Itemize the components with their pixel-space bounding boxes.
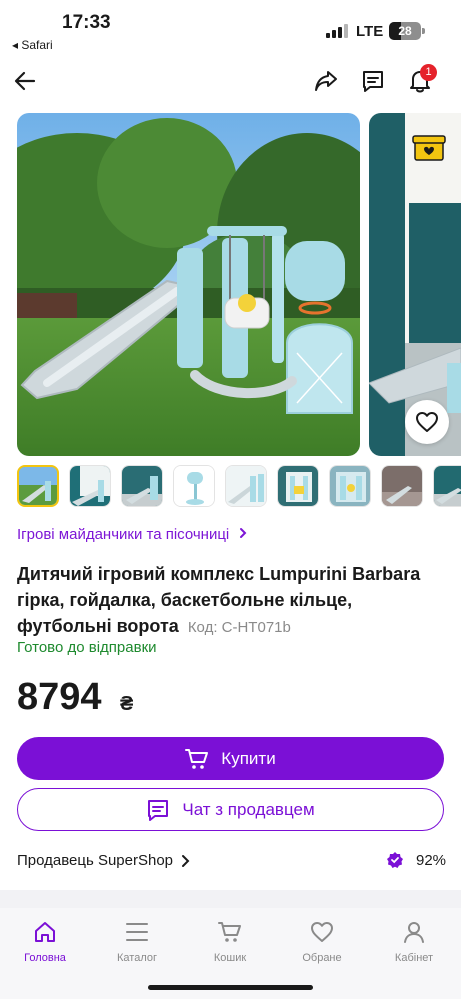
chat-with-seller-button[interactable]: Чат з продавцем — [17, 788, 444, 831]
availability-status: Готово до відправки — [17, 639, 157, 656]
network-label: LTE — [356, 23, 384, 40]
thumbnail[interactable] — [381, 465, 423, 507]
status-time: 17:33 — [62, 12, 111, 33]
section-divider — [0, 890, 461, 908]
back-button[interactable] — [10, 66, 40, 96]
tab-label: Каталог — [117, 952, 157, 964]
chat-list-button[interactable] — [358, 66, 388, 96]
playground-image — [17, 113, 360, 456]
seller-rating: 92% — [386, 851, 446, 869]
buy-button-label: Купити — [221, 748, 276, 768]
message-icon — [363, 71, 383, 92]
battery-level: 28 — [398, 24, 412, 38]
gift-box-icon — [412, 130, 446, 162]
chevron-right-icon — [240, 528, 247, 538]
seller-name: Продавець SuperShop — [17, 852, 174, 869]
add-to-favorites-button[interactable] — [405, 400, 449, 444]
battery-tip — [422, 28, 425, 34]
notifications-badge: 1 — [420, 64, 437, 81]
home-icon — [10, 918, 80, 946]
arrow-left-icon — [14, 71, 36, 91]
menu-icon — [102, 918, 172, 946]
thumbnail[interactable] — [121, 465, 163, 507]
share-button[interactable] — [311, 66, 341, 96]
thumbnail[interactable] — [17, 465, 59, 507]
heart-icon — [416, 412, 438, 432]
status-bar: 17:33 ◂ Safari LTE 28 — [0, 0, 461, 58]
tab-account[interactable]: Кабінет — [379, 918, 449, 964]
price-currency: ₴ — [120, 693, 134, 715]
home-indicator — [148, 985, 313, 990]
thumbnail[interactable] — [173, 465, 215, 507]
share-icon — [315, 71, 337, 91]
cart-icon — [195, 918, 265, 946]
thumbnail[interactable] — [277, 465, 319, 507]
product-price: 8794 — [17, 676, 102, 718]
chat-button-label: Чат з продавцем — [182, 799, 315, 819]
product-code: Код: С-НТ071b — [187, 619, 291, 636]
signal-icon — [326, 24, 348, 38]
tab-cart[interactable]: Кошик — [195, 918, 265, 964]
chevron-right-icon — [182, 854, 190, 867]
tab-label: Кабінет — [394, 952, 434, 964]
seller-rating-value: 92% — [416, 851, 447, 869]
product-title-block: Дитячий ігровий комплекс Lumpurini Barba… — [17, 561, 447, 641]
battery-icon: 28 — [389, 22, 421, 40]
tab-label: Обране — [302, 952, 342, 964]
heart-icon — [287, 918, 357, 946]
thumbnail[interactable] — [225, 465, 267, 507]
seller-link[interactable]: Продавець SuperShop — [17, 852, 192, 869]
back-to-safari-link[interactable]: ◂ Safari — [12, 38, 53, 52]
tab-favorites[interactable]: Обране — [287, 918, 357, 964]
thumbnail-strip — [17, 465, 461, 509]
tab-label: Кошик — [213, 952, 247, 964]
buy-button[interactable]: Купити — [17, 737, 444, 780]
breadcrumb-label: Ігрові майданчики та пісочниці — [17, 526, 230, 543]
tab-catalog[interactable]: Каталог — [102, 918, 172, 964]
rating-badge-icon — [387, 852, 403, 868]
tab-label: Головна — [24, 952, 66, 964]
thumbnail[interactable] — [433, 465, 461, 507]
thumbnail[interactable] — [329, 465, 371, 507]
product-photo-main[interactable] — [17, 113, 360, 456]
tab-home[interactable]: Головна — [10, 918, 80, 964]
category-breadcrumb[interactable]: Ігрові майданчики та пісочниці — [17, 526, 248, 543]
thumbnail[interactable] — [69, 465, 111, 507]
cart-icon — [185, 748, 209, 770]
message-icon — [146, 798, 170, 822]
user-icon — [379, 918, 449, 946]
